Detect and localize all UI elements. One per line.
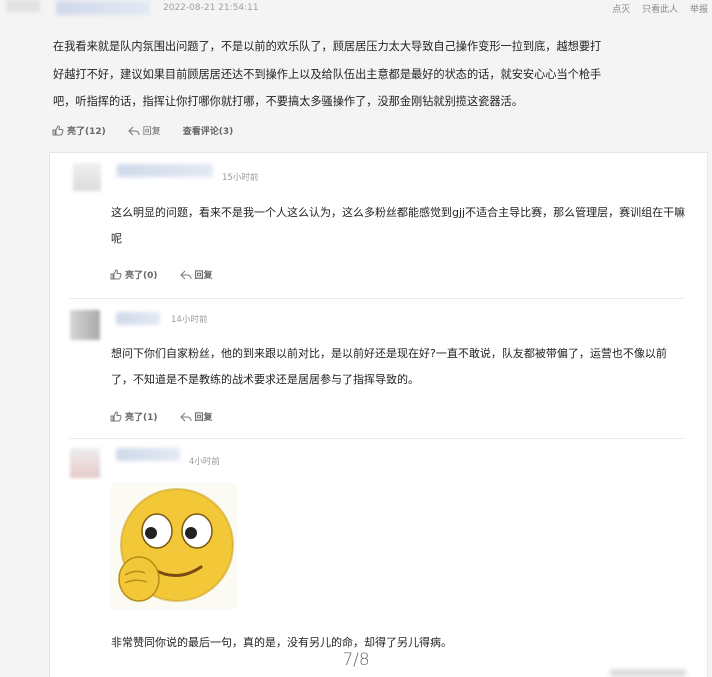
reply-icon bbox=[179, 412, 191, 421]
reply-text: 这么明显的问题，看来不是我一个人这么认为，这么多粉丝都能感觉到gjj不适合主导比… bbox=[111, 206, 686, 245]
reply-time: 15小时前 bbox=[222, 173, 259, 183]
thumb-up-icon bbox=[110, 411, 122, 422]
like-button[interactable]: 亮了(1) bbox=[110, 410, 158, 423]
main-comment-avatar[interactable] bbox=[6, 0, 40, 12]
reply-actions: 亮了(1) 回复 bbox=[110, 410, 235, 423]
reply-actions: 亮了(0) 回复 bbox=[110, 268, 235, 281]
reply-username[interactable] bbox=[116, 448, 180, 461]
like-label: 亮了(0) bbox=[125, 271, 158, 281]
reply-divider bbox=[69, 438, 685, 439]
reply-label: 回复 bbox=[142, 127, 161, 137]
main-comment-text: 在我看来就是队内氛围出问题了，不是以前的欢乐队了，顾居居压力太大导致自己操作变形… bbox=[53, 40, 602, 108]
reply-divider bbox=[69, 298, 685, 299]
reply-label: 回复 bbox=[194, 271, 213, 281]
comment-thread-page: 2022-08-21 21:54:11 点灭 只看此人 举报 在我看来就是队内氛… bbox=[0, 0, 712, 677]
reply-icon bbox=[179, 270, 191, 279]
hide-link[interactable]: 点灭 bbox=[612, 5, 630, 15]
reply-avatar[interactable] bbox=[73, 163, 101, 191]
only-this-user-link[interactable]: 只看此人 bbox=[642, 5, 678, 15]
like-label: 亮了(12) bbox=[67, 127, 106, 137]
view-replies-label: 查看评论(3) bbox=[182, 127, 234, 137]
reply-button[interactable]: 回复 bbox=[128, 124, 161, 137]
reply-avatar[interactable] bbox=[70, 448, 100, 478]
reply-username[interactable] bbox=[117, 164, 213, 177]
reply-avatar[interactable] bbox=[70, 310, 100, 340]
main-comment-actions: 亮了(12) 回复 查看评论(3) bbox=[52, 124, 255, 137]
view-replies-button[interactable]: 查看评论(3) bbox=[183, 124, 234, 137]
reply-button[interactable]: 回复 bbox=[179, 268, 213, 281]
like-button[interactable]: 亮了(0) bbox=[110, 268, 158, 281]
thumb-up-icon bbox=[110, 269, 122, 280]
report-link[interactable]: 举报 bbox=[690, 5, 708, 15]
main-comment-time: 2022-08-21 21:54:11 bbox=[163, 3, 259, 13]
reply-username[interactable] bbox=[116, 312, 160, 325]
reply-button[interactable]: 回复 bbox=[179, 410, 213, 423]
blurred-element bbox=[610, 669, 686, 677]
page-indicator: 7/8 bbox=[342, 650, 370, 670]
main-comment-links: 点灭 只看此人 举报 bbox=[603, 2, 708, 15]
cheeky-face-emoji-image bbox=[111, 483, 237, 609]
like-button[interactable]: 亮了(12) bbox=[52, 124, 106, 137]
like-label: 亮了(1) bbox=[125, 413, 158, 423]
main-comment-header: 2022-08-21 21:54:11 点灭 只看此人 举报 bbox=[0, 0, 712, 20]
reply-time: 14小时前 bbox=[171, 315, 208, 325]
reply-icon bbox=[128, 126, 140, 135]
reply-label: 回复 bbox=[194, 413, 213, 423]
main-comment-username[interactable] bbox=[56, 1, 150, 15]
thumb-up-icon bbox=[52, 125, 64, 136]
reply-time: 4小时前 bbox=[189, 457, 220, 467]
reply-text: 非常赞同你说的最后一句，真的是，没有另儿的命，却得了另儿得病。 bbox=[111, 636, 452, 649]
reply-text: 想问下你们自家粉丝，他的到来跟以前对比，是以前好还是现在好?一直不敢说，队友都被… bbox=[111, 347, 667, 386]
